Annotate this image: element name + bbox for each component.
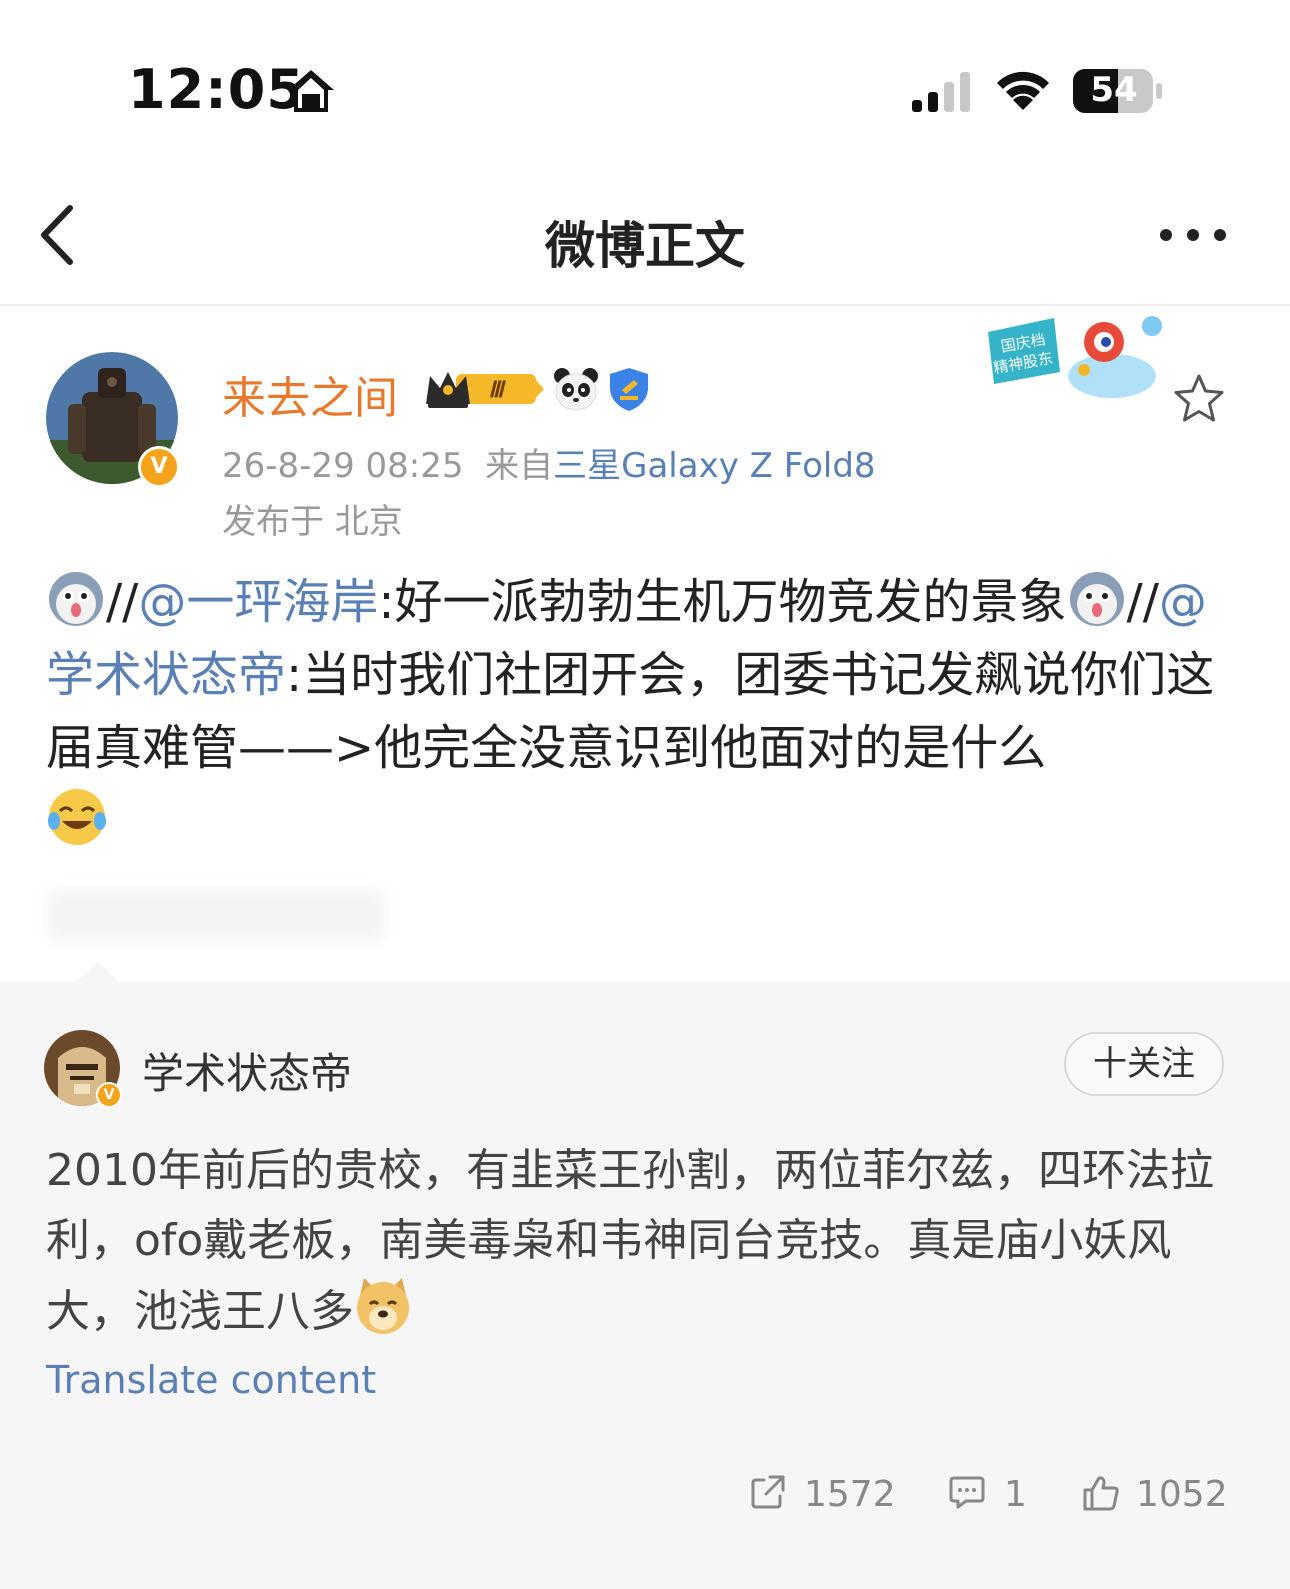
wifi-icon xyxy=(997,71,1049,110)
comment-icon xyxy=(949,1476,985,1509)
post-body: //@一玶海岸:好一派勃勃生机万物竞发的景象 //@学术状态帝:当时我们社团开会… xyxy=(46,566,1246,858)
thumbs-up-icon xyxy=(1083,1476,1119,1511)
like-button[interactable]: 1052 xyxy=(1082,1470,1232,1520)
retweet-verified-badge: V xyxy=(96,1082,122,1108)
blurred-content xyxy=(46,890,386,940)
post-seg-2: :好一派勃勃生机万物竞发的景象 xyxy=(378,574,1067,630)
doge-emoji-icon xyxy=(357,1278,409,1334)
more-icon[interactable] xyxy=(1158,224,1228,246)
translate-link[interactable]: Translate content xyxy=(46,1358,376,1402)
follow-button[interactable]: 十关注 xyxy=(1064,1032,1224,1096)
like-count: 1052 xyxy=(1136,1474,1228,1515)
battery-level: 54 xyxy=(1090,70,1138,110)
post-seg-1: // xyxy=(106,574,139,630)
promo-sticker[interactable]: 国庆档 精神股东 xyxy=(984,310,1174,406)
retweet-author-name[interactable]: 学术状态帝 xyxy=(142,1040,352,1101)
share-button[interactable]: 1572 xyxy=(750,1470,900,1520)
share-icon xyxy=(751,1475,785,1509)
post-location: 发布于 北京 xyxy=(222,502,403,542)
comment-count: 1 xyxy=(1004,1474,1027,1515)
panda-icon[interactable] xyxy=(552,366,600,412)
shield-icon[interactable] xyxy=(606,366,652,412)
mention-link[interactable]: @一玶海岸 xyxy=(138,574,378,630)
home-icon xyxy=(288,70,334,112)
crown-badge[interactable]: Ⅲ xyxy=(422,366,546,412)
laughing-tears-emoji-icon xyxy=(48,789,106,845)
verified-badge: V xyxy=(138,446,180,488)
retweet-body: 2010年前后的贵校，有韭菜王孙割，两位菲尔兹，四环法拉利，ofo戴老板，南美毒… xyxy=(46,1136,1246,1347)
comment-button[interactable]: 1 xyxy=(948,1470,1028,1520)
status-time: 12:05 xyxy=(128,58,305,121)
post-source[interactable]: 三星Galaxy Z Fold8 xyxy=(553,446,875,486)
retweet-card-pointer xyxy=(74,962,122,984)
post-seg-3: // xyxy=(1126,574,1159,630)
page-title: 微博正文 xyxy=(545,217,745,275)
post-timestamp: 26-8-29 08:25 来自三星Galaxy Z Fold8 xyxy=(222,438,876,487)
husky-emoji-icon xyxy=(1069,572,1124,626)
share-count: 1572 xyxy=(804,1474,896,1515)
nav-divider xyxy=(0,304,1290,306)
retweet-text: 2010年前后的贵校，有韭菜王孙割，两位菲尔兹，四环法拉利，ofo戴老板，南美毒… xyxy=(46,1145,1214,1337)
author-name[interactable]: 来去之间 xyxy=(222,362,398,426)
post-time: 26-8-29 08:25 xyxy=(222,446,464,486)
star-icon[interactable] xyxy=(1172,372,1226,424)
signal-icon xyxy=(912,72,970,112)
husky-emoji-icon xyxy=(49,572,103,626)
post-source-prefix: 来自 xyxy=(485,446,554,486)
